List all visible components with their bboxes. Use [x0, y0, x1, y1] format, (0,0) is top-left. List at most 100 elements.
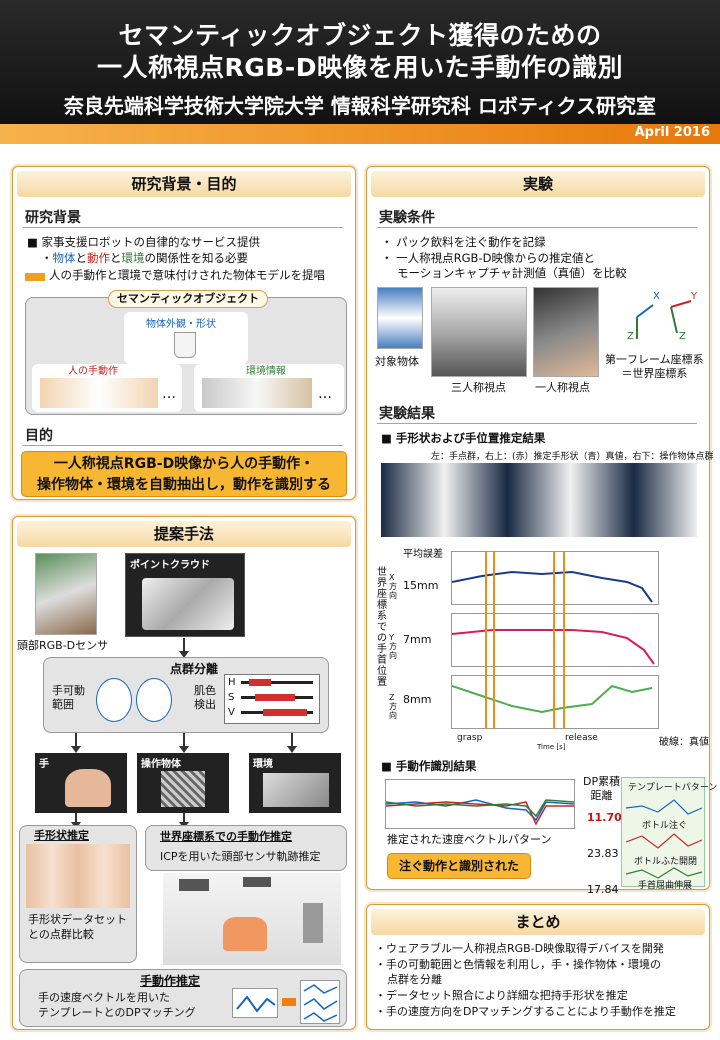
experiment-panel: 実験 実験条件 ・ パック飲料を注ぐ動作を記録 ・ 一人称視点RGB-D映像から… — [366, 166, 717, 896]
third-person-photo — [431, 287, 527, 377]
sensor-icon — [243, 877, 271, 887]
plot-x-line — [451, 570, 653, 603]
cond-3: モーションキャプチャ計測値（真値）を比較 — [397, 266, 627, 280]
hand-result-images — [381, 463, 697, 537]
section-purpose: 目的 — [25, 428, 53, 444]
avg-err-label: 平均誤差 — [403, 549, 443, 560]
grasp-line — [485, 551, 487, 729]
y-axis-label: Y — [691, 291, 698, 302]
divider — [23, 227, 343, 228]
dist-1: 11.70 — [587, 811, 622, 824]
world-box: 世界座標系での手動作推定 ICPを用いた頭部センサ軌跡推定 — [145, 825, 347, 871]
title-line-1: セマンティックオブジェクト獲得のための — [118, 21, 602, 50]
object-label: 操作物体 — [141, 759, 181, 770]
summary-2b: 点群を分離 — [387, 973, 442, 986]
release-line — [563, 551, 565, 729]
hsv-box: H S V — [224, 674, 320, 724]
first-label: 一人称視点 — [535, 381, 590, 394]
title-line-2: 一人称視点RGB-D映像を用いた手動作の識別 — [97, 53, 623, 82]
summary-panel: まとめ ・ウェアラブル一人称視点RGB-D映像取得デバイスを開発 ・手の可動範囲… — [366, 904, 710, 1030]
word-and1: と — [75, 251, 88, 265]
date-band: April 2016 — [0, 124, 720, 144]
frame-2: ＝世界座標系 — [621, 367, 688, 380]
grasp-label: grasp — [457, 733, 483, 743]
velocity-icon — [232, 988, 278, 1018]
divider — [23, 445, 343, 446]
dp-line-1: DP累積 — [583, 775, 621, 788]
result-1-text: 手形状および手位置推定結果 — [395, 431, 546, 445]
world-label: 世界座標系での手動作推定 — [160, 830, 292, 843]
date: April 2016 — [634, 125, 710, 140]
pointcloud-image: ポイントクラウド — [125, 553, 245, 637]
dp-line-2: 距離 — [590, 789, 613, 802]
hand-action-label: 人の手動作 — [68, 366, 118, 377]
background-title: 研究背景・目的 — [17, 171, 351, 197]
divider — [377, 227, 697, 228]
icp-label: ICPを用いた頭部センサ軌跡推定 — [160, 850, 321, 863]
semantic-object-box: セマンティックオブジェクト 物体外観・形状 人の手動作 … 環境情報 … — [25, 290, 347, 415]
object-cloud: 操作物体 — [137, 753, 229, 813]
env-cloud-label: 環境 — [253, 759, 273, 770]
segmentation-box: 点群分離 手可動 範囲 肌色 検出 H S V — [43, 657, 329, 733]
goal-box: 一人称視点RGB-D映像から人の手動作・ 操作物体・環境を自動抽出し，動作を識別… — [21, 451, 347, 497]
result-2: ■ 手動作識別結果 — [381, 759, 477, 773]
arrow-down — [71, 813, 81, 829]
hand-shape — [65, 769, 111, 807]
template-waves — [625, 799, 703, 879]
summary-1: ・ウェアラブル一人称視点RGB-D映像取得デバイスを開発 — [375, 942, 664, 955]
arrow-down — [179, 638, 189, 658]
action-desc-1: 手の速度ベクトルを用いた — [38, 991, 170, 1004]
hand-shape-desc: 手形状データセット との点群比較 — [28, 912, 127, 942]
bullet-2: ・物体と動作と環境の関係性を知る必要 — [41, 251, 248, 265]
cond-2-text: 一人称視点RGB-D映像からの推定値と — [396, 251, 595, 265]
y-dir: Y方向 — [389, 633, 397, 660]
dist-3: 17.84 — [587, 883, 619, 896]
segmentation-label: 点群分離 — [170, 662, 219, 676]
trajectory-image — [163, 873, 341, 965]
range-icon-1 — [96, 678, 132, 722]
frame-1: 第一フレーム座標系 — [605, 353, 704, 366]
result-1: ■ 手形状および手位置推定結果 — [381, 431, 546, 445]
hand-image — [40, 378, 158, 408]
arrow-down — [71, 733, 81, 753]
summary-title: まとめ — [371, 909, 705, 935]
skin-1: 肌色 — [194, 684, 216, 697]
plot-z — [451, 675, 659, 729]
y-axis-title: 世界座標系での手首位置 — [377, 567, 387, 688]
semantic-object-label: セマンティックオブジェクト — [108, 290, 268, 308]
err-x: 15mm — [403, 579, 439, 592]
target-label: 対象物体 — [375, 355, 419, 368]
third-label: 三人称視点 — [451, 381, 506, 394]
arrow-icon — [282, 998, 296, 1006]
word-env: 環境 — [121, 251, 145, 265]
arrow-down — [287, 733, 297, 753]
hand-range-1: 手可動 — [52, 684, 85, 697]
divider — [377, 423, 697, 424]
word-object: 物体 — [52, 251, 76, 265]
legend-text: 左：手点群，右上：(赤）推定手形状（青）真値，右下：操作物体点群 — [431, 452, 714, 462]
s-label: S — [228, 692, 235, 703]
dots: … — [162, 386, 176, 402]
action-label: 手動作推定 — [140, 974, 201, 988]
release-label: release — [565, 733, 598, 743]
bullet-1-text: 家事支援ロボットの自律的なサービス提供 — [41, 235, 261, 249]
z-axis-label: Z — [627, 331, 634, 342]
sensor-label: 頭部RGB-Dセンサ — [17, 639, 109, 652]
env-box: 環境情報 … — [194, 364, 344, 412]
summary-3: ・データセット照合により詳細な把持手形状を推定 — [375, 989, 628, 1002]
plot-z-line — [451, 684, 653, 714]
dist-2: 23.83 — [587, 847, 619, 860]
z-dir: Z方向 — [389, 693, 397, 720]
arrow-down — [179, 733, 189, 753]
cup-icon — [174, 332, 196, 358]
pattern-2: ボトルふた開閉 — [634, 857, 698, 867]
z-axis-label: Z — [679, 331, 686, 342]
v-range — [263, 709, 307, 716]
velocity-lines — [385, 799, 575, 826]
env-icon — [303, 903, 323, 943]
plot-y — [451, 613, 659, 667]
goal-line-1: 一人称視点RGB-D映像から人の手動作・ — [53, 456, 315, 472]
x-axis-label: X — [653, 291, 660, 302]
arrow-down — [179, 813, 189, 829]
env-cloud: 環境 — [249, 753, 341, 813]
